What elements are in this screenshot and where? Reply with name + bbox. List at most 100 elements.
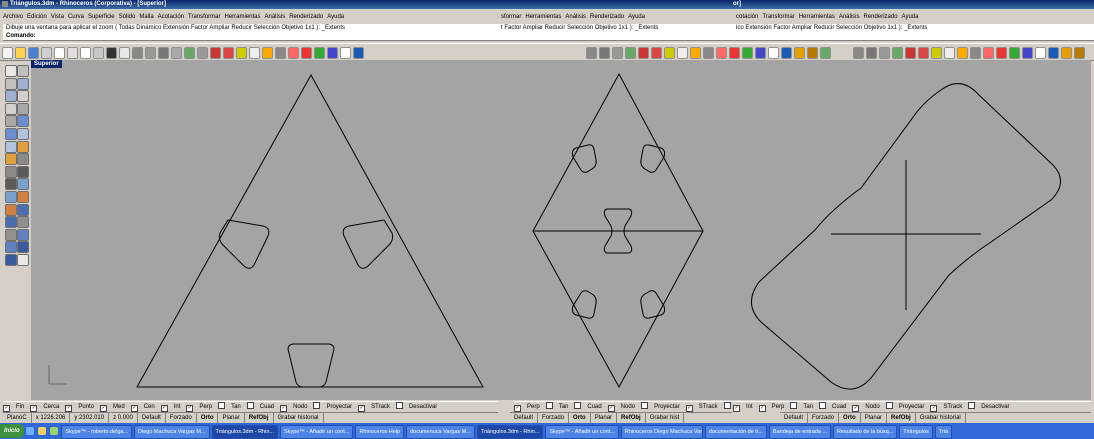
toolbar-tool-icon[interactable] [314,47,325,59]
toolbar-tool-icon[interactable] [820,47,831,59]
toolbar-tool-icon[interactable] [892,47,903,59]
left-palette-tool-icon[interactable] [5,241,17,254]
osnap-checkbox[interactable] [395,402,403,409]
toolbar-tool-icon[interactable] [301,47,312,59]
osnap-checkbox[interactable]: ✓ [30,405,38,412]
left-palette-tool-icon[interactable] [5,65,17,77]
osnap-option-int[interactable]: ✓ Int [160,404,180,412]
toolbar-tool-icon[interactable] [15,47,26,59]
status-pane[interactable]: Orto [569,413,591,423]
osnap-option-tan[interactable]: Tan [545,402,568,410]
toolbar-tool-icon[interactable] [275,47,286,59]
left-palette-tool-icon[interactable] [17,128,29,140]
osnap-option-nodo[interactable]: ✓ Nodo [607,404,635,412]
toolbar-tool-icon[interactable] [1074,47,1085,59]
left-palette-tool-icon[interactable] [17,102,29,115]
menu-item[interactable]: Análisis [565,14,586,20]
toolbar-tool-icon[interactable] [210,47,221,59]
menu-item[interactable]: Curva [68,14,84,20]
toolbar-tool-icon[interactable] [340,47,351,59]
left-palette-tool-icon[interactable] [17,65,29,77]
taskbar-window-button[interactable]: Triángulos [899,425,933,439]
osnap-option-cerca[interactable]: ✓ Cerca [30,404,59,412]
status-pane[interactable]: Default [780,413,809,423]
toolbar-tool-icon[interactable] [106,47,117,59]
osnap-checkbox[interactable]: ✓ [280,405,288,412]
menu-item[interactable]: Análisis [839,14,860,20]
toolbar-tool-icon[interactable] [742,47,753,59]
osnap-option-nodo[interactable]: ✓ Nodo [852,404,880,412]
taskbar-window-button[interactable]: Skype™ - Añadir un cont... [545,425,619,439]
status-pane[interactable]: RefObj [887,413,916,423]
left-palette-tool-icon[interactable] [17,191,29,203]
status-pane[interactable]: Planar [218,413,245,423]
toolbar-tool-icon[interactable] [853,47,864,59]
toolbar-tool-icon[interactable] [612,47,623,59]
toolbar-tool-icon[interactable] [93,47,104,59]
osnap-checkbox[interactable] [723,402,731,409]
left-palette-tool-icon[interactable] [5,115,17,128]
left-palette-tool-icon[interactable] [5,178,17,191]
taskbar-window-button[interactable]: Resultado de la búsq... [833,425,898,439]
toolbar-tool-icon[interactable] [957,47,968,59]
menu-item[interactable]: Renderizado [590,14,624,20]
status-pane[interactable]: Forzado [808,413,840,423]
menu-item[interactable]: Archivo [3,14,23,20]
osnap-checkbox[interactable] [790,402,798,409]
osnap-checkbox[interactable] [968,402,976,409]
toolbar-tool-icon[interactable] [768,47,779,59]
osnap-checkbox[interactable] [545,402,553,409]
status-pane[interactable]: Orto [197,413,219,423]
osnap-checkbox[interactable]: ✓ [3,405,10,412]
toolbar-tool-icon[interactable] [664,47,675,59]
osnap-option-nodo[interactable]: ✓ Nodo [280,404,307,412]
toolbar-tool-icon[interactable] [145,47,156,59]
status-pane[interactable]: Default [510,413,539,423]
menu-item[interactable]: Análisis [265,14,286,20]
menu-item[interactable]: Transformar [762,14,794,20]
toolbar-tool-icon[interactable] [288,47,299,59]
taskbar-window-button[interactable]: Skype™ - roberto.delga... [61,425,133,439]
menu-item[interactable]: sformar [501,14,521,20]
toolbar-tool-icon[interactable] [866,47,877,59]
status-pane[interactable]: Forzado [166,413,197,423]
taskbar-window-button[interactable]: Bandeja de entrada ... [768,425,832,439]
taskbar-window-button[interactable]: Triángulos.3dm - Rhin... [476,425,544,439]
osnap-option-cuad[interactable]: Cuad [246,402,274,410]
status-pane[interactable]: Planar [861,413,888,423]
start-button[interactable]: Inicio [0,424,24,438]
status-pane[interactable]: Grabar historial [274,413,324,423]
osnap-option-proyectar[interactable]: Proyectar [641,402,680,410]
status-pane[interactable]: RefObj [245,413,274,423]
status-pane[interactable]: Default [138,413,166,423]
status-pane[interactable]: RefObj [617,413,646,423]
left-palette-tool-icon[interactable] [5,228,17,241]
toolbar-tool-icon[interactable] [781,47,792,59]
status-pane[interactable]: Grabar historial [916,413,966,423]
osnap-checkbox[interactable] [819,402,827,409]
left-palette-tool-icon[interactable] [17,153,29,166]
menu-item[interactable]: Edición [27,14,47,20]
media-quicklaunch-icon[interactable] [49,427,58,435]
left-palette-tool-icon[interactable] [5,90,17,103]
toolbar-tool-icon[interactable] [807,47,818,59]
left-palette-tool-icon[interactable] [5,203,17,216]
osnap-checkbox[interactable]: ✓ [852,405,860,412]
osnap-option-punto[interactable]: ✓ Punto [65,404,94,412]
toolbar-tool-icon[interactable] [28,47,39,59]
toolbar-tool-icon[interactable] [755,47,766,59]
osnap-option-cuad[interactable]: Cuad [574,402,602,410]
toolbar-tool-icon[interactable] [983,47,994,59]
toolbar-tool-icon[interactable] [931,47,942,59]
menu-item[interactable]: Ayuda [628,14,645,20]
osnap-checkbox[interactable]: ✓ [65,405,73,412]
toolbar-tool-icon[interactable] [716,47,727,59]
osnap-checkbox[interactable] [313,402,321,409]
toolbar-tool-icon[interactable] [353,47,364,59]
osnap-checkbox[interactable]: ✓ [130,405,138,412]
toolbar-tool-icon[interactable] [690,47,701,59]
toolbar-tool-icon[interactable] [996,47,1007,59]
toolbar-tool-icon[interactable] [638,47,649,59]
toolbar-tool-icon[interactable] [67,47,78,59]
taskbar-window-button[interactable]: Rhinoceros Diego Machuca Varg... [620,425,703,439]
